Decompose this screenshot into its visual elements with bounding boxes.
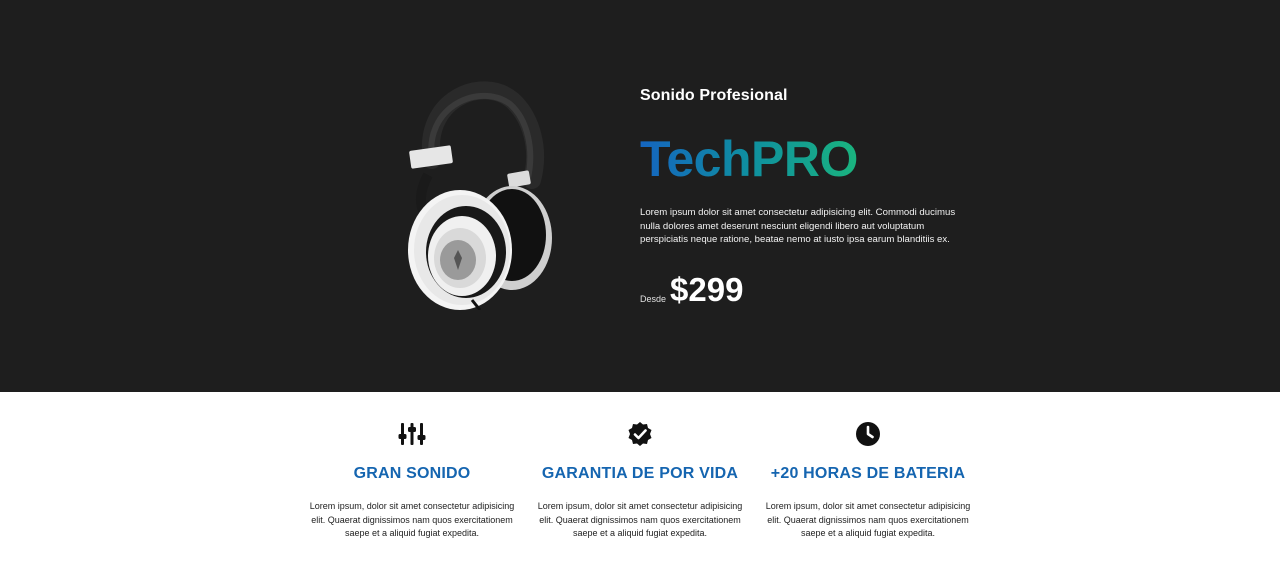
sliders-icon: [302, 420, 522, 448]
feature-title: +20 HORAS DE BATERIA: [770, 465, 966, 482]
hero-section: Sonido Profesional TechPRO Lorem ipsum d…: [0, 0, 1280, 392]
feature-bateria: +20 HORAS DE BATERIA Lorem ipsum, dolor …: [758, 420, 978, 541]
brand-title: TechPRO: [640, 131, 858, 187]
price-value: $299: [670, 270, 744, 308]
hero-text: Sonido Profesional TechPRO Lorem ipsum d…: [640, 86, 980, 309]
badge-check-icon: [530, 420, 750, 448]
headphones-illustration: [408, 81, 552, 311]
feature-title: GARANTIA DE POR VIDA: [541, 465, 739, 482]
feature-text: Lorem ipsum, dolor sit amet consectetur …: [765, 501, 971, 538]
features-section: GRAN SONIDO Lorem ipsum, dolor sit amet …: [0, 392, 1280, 582]
feature-garantia: GARANTIA DE POR VIDA Lorem ipsum, dolor …: [530, 420, 750, 541]
headphones-image: [392, 80, 572, 311]
feature-title: GRAN SONIDO: [353, 465, 471, 482]
feature-text: Lorem ipsum, dolor sit amet consectetur …: [309, 501, 515, 538]
hero-description: Lorem ipsum dolor sit amet consectetur a…: [640, 207, 956, 245]
feature-gran-sonido: GRAN SONIDO Lorem ipsum, dolor sit amet …: [302, 420, 522, 541]
price-prefix: Desde: [640, 293, 667, 304]
price-row: Desde $299: [640, 271, 980, 309]
hero-subtitle: Sonido Profesional: [640, 87, 788, 104]
feature-text: Lorem ipsum, dolor sit amet consectetur …: [537, 501, 743, 538]
clock-icon: [758, 420, 978, 448]
